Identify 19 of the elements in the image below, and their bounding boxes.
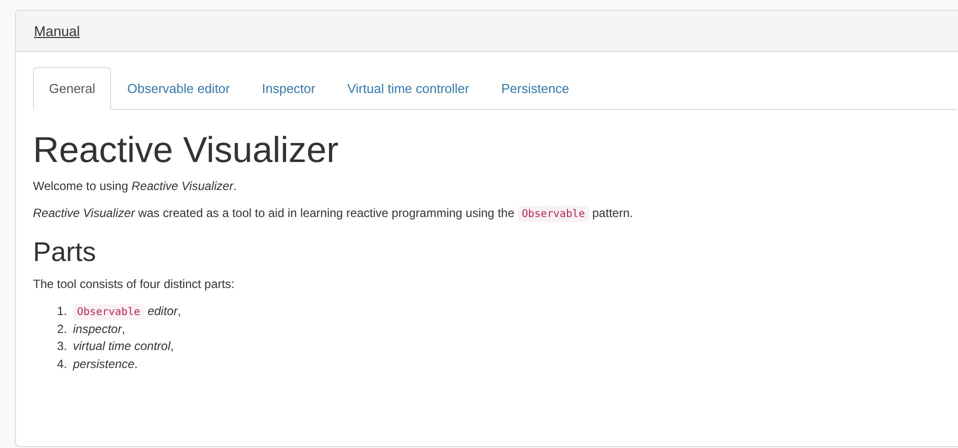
tab[interactable]: Virtual time controller [331, 67, 486, 110]
panel-title[interactable]: Manual [34, 23, 80, 39]
list-item: Observable editor, [73, 303, 181, 321]
tab[interactable]: Observable editor [111, 67, 246, 110]
list-number: 4. [57, 356, 68, 373]
tab[interactable]: Persistence [485, 67, 586, 110]
list-number: 3. [57, 338, 68, 356]
list-number: 2. [57, 320, 68, 338]
list-item: inspector, [73, 320, 126, 338]
tab[interactable]: General [33, 67, 112, 110]
paragraph: Reactive Visualizer was created as a tool to aid in learning reactive programming using the Observable pattern. [33, 204, 634, 222]
list-number: 1. [57, 303, 68, 320]
section-heading: Parts [33, 238, 98, 268]
page-heading: Reactive Visualizer [33, 130, 340, 170]
list-item: persistence. [73, 356, 138, 373]
list-item: virtual time control, [73, 338, 174, 356]
tab[interactable]: Inspector [246, 67, 332, 110]
paragraph: Welcome to using Reactive Visualizer. [33, 178, 238, 195]
paragraph: The tool consists of four distinct parts: [33, 276, 236, 294]
